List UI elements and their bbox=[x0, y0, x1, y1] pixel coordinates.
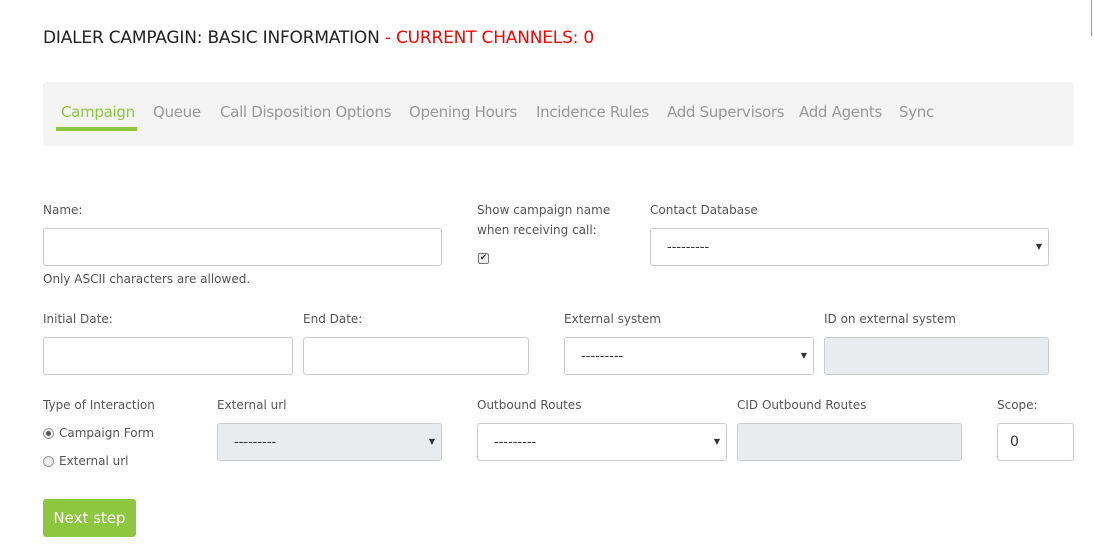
tab-campaign[interactable]: Campaign bbox=[61, 103, 135, 121]
outbound-label: Outbound Routes bbox=[477, 398, 582, 412]
initial-date-input[interactable] bbox=[43, 337, 293, 375]
radio-campaign-form[interactable]: Campaign Form bbox=[43, 426, 154, 440]
outbound-select[interactable]: --------- ▼ bbox=[477, 423, 727, 461]
current-channels: - CURRENT CHANNELS: 0 bbox=[384, 28, 595, 48]
external-system-select[interactable]: --------- ▼ bbox=[564, 337, 814, 375]
outbound-value: --------- bbox=[494, 434, 537, 450]
radio-selected-icon[interactable] bbox=[43, 427, 54, 439]
show-name-label-1: Show campaign name bbox=[477, 203, 611, 217]
next-step-button[interactable]: Next step bbox=[43, 499, 136, 537]
active-tab-underline bbox=[56, 127, 137, 131]
tab-add-supervisors[interactable]: Add Supervisors bbox=[667, 103, 785, 121]
cid-label: CID Outbound Routes bbox=[737, 398, 867, 412]
chevron-down-icon: ▼ bbox=[428, 437, 435, 446]
scope-label: Scope: bbox=[997, 398, 1038, 412]
contact-db-select[interactable]: --------- ▼ bbox=[650, 228, 1049, 266]
tab-queue[interactable]: Queue bbox=[153, 103, 201, 121]
page-title: DIALER CAMPAGIN: BASIC INFORMATION - CUR… bbox=[43, 28, 594, 48]
name-help: Only ASCII characters are allowed. bbox=[43, 272, 251, 286]
chevron-down-icon: ▼ bbox=[1035, 242, 1042, 251]
contact-db-value: --------- bbox=[667, 239, 710, 255]
end-date-input[interactable] bbox=[303, 337, 529, 375]
chevron-down-icon: ▼ bbox=[800, 351, 807, 360]
radio-unselected-icon[interactable] bbox=[43, 455, 54, 467]
radio-campaign-form-label: Campaign Form bbox=[59, 426, 154, 440]
show-name-checkbox[interactable]: ✔ bbox=[478, 253, 489, 264]
external-id-label: ID on external system bbox=[824, 312, 956, 326]
interaction-label: Type of Interaction bbox=[43, 398, 155, 412]
scope-input[interactable]: 0 bbox=[997, 423, 1074, 461]
external-url-value: --------- bbox=[234, 434, 277, 450]
tab-incidence-rules[interactable]: Incidence Rules bbox=[536, 103, 649, 121]
cid-input bbox=[737, 423, 962, 461]
external-url-label: External url bbox=[217, 398, 287, 412]
tab-sync[interactable]: Sync bbox=[899, 103, 934, 121]
external-url-select: --------- ▼ bbox=[217, 423, 442, 461]
tab-add-agents[interactable]: Add Agents bbox=[799, 103, 882, 121]
end-date-label: End Date: bbox=[303, 312, 363, 326]
external-id-input bbox=[824, 337, 1049, 375]
window-edge bbox=[1091, 0, 1092, 36]
name-label: Name: bbox=[43, 203, 83, 217]
radio-external-url[interactable]: External url bbox=[43, 454, 128, 468]
radio-external-url-label: External url bbox=[59, 454, 129, 468]
contact-db-label: Contact Database bbox=[650, 203, 758, 217]
name-input[interactable] bbox=[43, 228, 442, 266]
tab-call-disposition[interactable]: Call Disposition Options bbox=[220, 103, 391, 121]
external-system-label: External system bbox=[564, 312, 661, 326]
external-system-value: --------- bbox=[581, 348, 624, 364]
initial-date-label: Initial Date: bbox=[43, 312, 113, 326]
tab-opening-hours[interactable]: Opening Hours bbox=[409, 103, 517, 121]
chevron-down-icon: ▼ bbox=[713, 437, 720, 446]
title-text: DIALER CAMPAGIN: BASIC INFORMATION bbox=[43, 28, 380, 48]
show-name-label-2: when receiving call: bbox=[477, 223, 597, 237]
wizard-tabs: Campaign Queue Call Disposition Options … bbox=[43, 82, 1074, 146]
